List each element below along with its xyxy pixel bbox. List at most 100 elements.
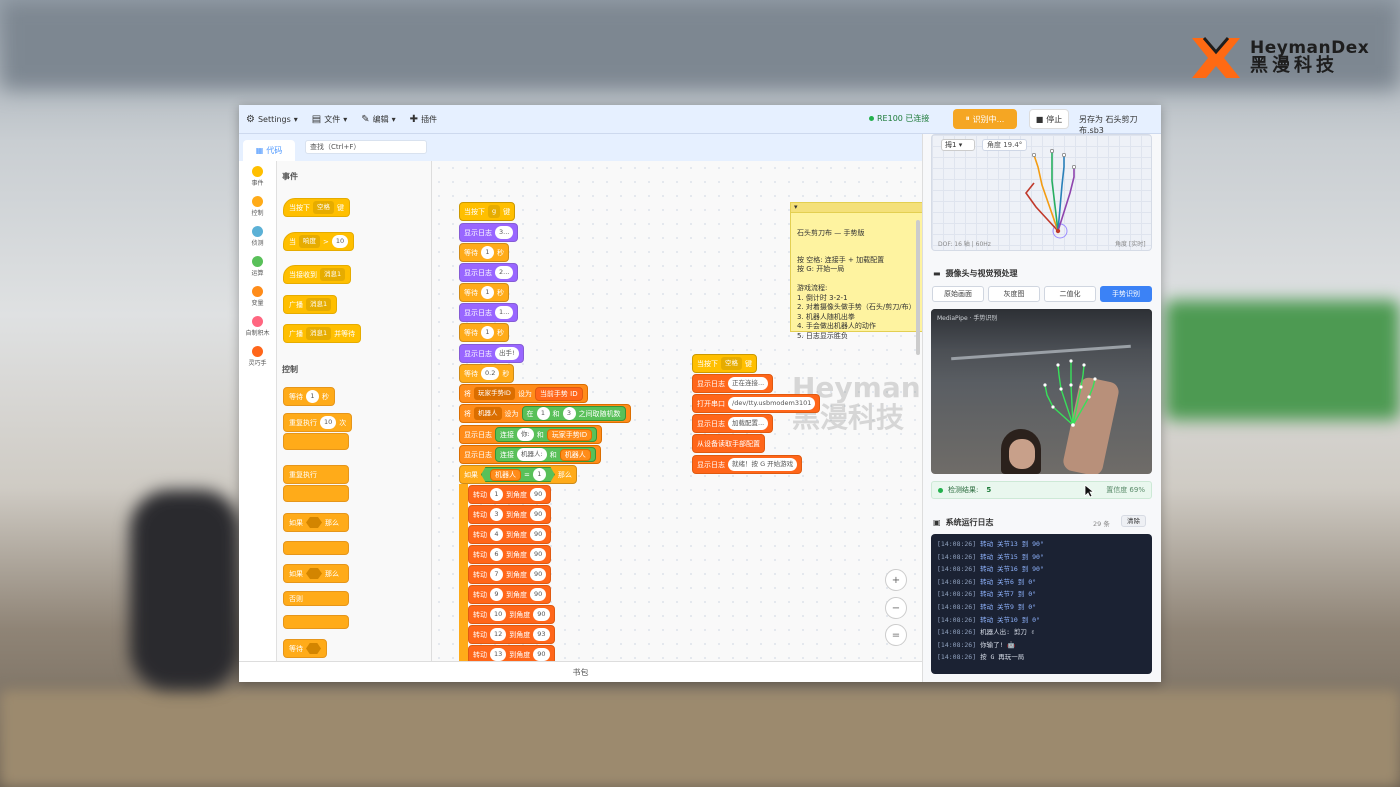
block-input[interactable]: 10 [490, 608, 507, 621]
collapse-icon[interactable]: ▾ [794, 203, 798, 211]
block-dropdown[interactable]: 空格 [313, 201, 334, 214]
script1-log-block[interactable]: 显示日志 出手! [459, 344, 524, 363]
reporter-join[interactable]: 连接 机器人: 和机器人 [495, 447, 596, 462]
block-input[interactable]: 1 [306, 390, 319, 403]
block-broadcast[interactable]: 广播 消息1 [283, 295, 338, 314]
block-input[interactable]: 1 [481, 246, 494, 259]
block-input[interactable]: 90 [530, 508, 547, 521]
menu-edit[interactable]: ✎ 编辑 ▾ [354, 105, 402, 134]
turn-joint-block[interactable]: 转动 3 到角度 90 [468, 505, 552, 524]
block-input[interactable]: 4 [490, 528, 503, 541]
block-input[interactable]: 1 [481, 286, 494, 299]
block-input[interactable]: 你: [517, 428, 534, 441]
block-input[interactable]: 7 [490, 568, 503, 581]
recognize-button[interactable]: ⏸ 识别中... [953, 109, 1017, 129]
script1-hat-block[interactable]: 当按下 g 键 [459, 202, 516, 221]
category-dexhand[interactable]: 灵巧手 [239, 341, 276, 371]
block-input[interactable]: 0.2 [481, 367, 500, 380]
block-input[interactable]: 1 [532, 468, 546, 481]
script2-log-block[interactable]: 显示日志 就绪！按 G 开始游戏 [692, 455, 803, 474]
block-input[interactable]: 90 [530, 528, 547, 541]
condition-equals[interactable]: 机器人 = 1 [481, 467, 555, 482]
script1-set-var-block[interactable]: 将玩家手势ID 设为 当前手势 ID [459, 384, 588, 403]
script1-wait-block[interactable]: 等待 1 秒 [459, 283, 509, 302]
block-input[interactable]: 2... [495, 266, 514, 279]
turn-joint-block[interactable]: 转动 12 到角度 93 [468, 625, 555, 644]
turn-joint-block[interactable]: 转动 7 到角度 90 [468, 565, 552, 584]
menu-plugins[interactable]: ✚ 插件 [403, 105, 444, 134]
block-input[interactable]: 93 [533, 628, 550, 641]
condition-slot[interactable] [306, 517, 322, 528]
reporter-variable[interactable]: 玩家手势ID [546, 428, 593, 441]
block-when-loudness[interactable]: 当响度 >10 [283, 232, 355, 251]
block-dropdown[interactable]: 响度 [299, 235, 320, 248]
block-if[interactable]: 如果 那么 [283, 513, 349, 532]
block-input[interactable]: 90 [533, 648, 550, 661]
block-input[interactable]: 90 [530, 548, 547, 561]
block-forever[interactable]: 重复执行 [283, 465, 349, 484]
turn-joint-block[interactable]: 转动 9 到角度 90 [468, 585, 552, 604]
clear-log-button[interactable]: 清除 [1121, 515, 1146, 527]
block-if-else[interactable]: 如果 那么 [283, 564, 349, 583]
note-body[interactable]: 石头剪刀布 — 手势版 按 空格: 连接手 + 加载配置 按 G: 开始一局 游… [791, 213, 922, 357]
category-operators[interactable]: 运算 [239, 251, 276, 281]
code-canvas[interactable]: HeymanDex 黑漫科技 TM 当按下g键 显示日志3... 等待1秒 显示… [432, 161, 922, 661]
block-input[interactable]: 1 [490, 488, 503, 501]
condition-slot[interactable] [306, 643, 321, 654]
block-input[interactable]: 就绪！按 G 开始游戏 [728, 458, 798, 471]
stop-button[interactable]: ■ 停止 [1029, 109, 1069, 129]
mode-binary-button[interactable]: 二值化 [1044, 286, 1096, 302]
script1-log-block[interactable]: 显示日志 2... [459, 263, 519, 282]
save-as-button[interactable]: 另存为 石头剪刀布.sb3 [1079, 114, 1161, 136]
category-sensing[interactable]: 侦测 [239, 221, 276, 251]
turn-joint-block[interactable]: 转动 4 到角度 90 [468, 525, 552, 544]
category-events[interactable]: 事件 [239, 161, 276, 191]
block-dropdown[interactable]: 玩家手势ID [474, 387, 515, 400]
reporter-join[interactable]: 连接 你: 和玩家手势ID [495, 427, 598, 442]
script1-log-block[interactable]: 显示日志 1... [459, 303, 519, 322]
block-dropdown[interactable]: 消息1 [320, 268, 346, 281]
block-input[interactable]: /dev/tty.usbmodem3101 [728, 397, 816, 410]
script2-hat-block[interactable]: 当按下 空格键 [692, 354, 757, 373]
block-input[interactable]: 1 [481, 326, 494, 339]
zoom-in-button[interactable]: + [885, 569, 907, 591]
block-input[interactable]: 90 [530, 488, 547, 501]
block-input[interactable]: 6 [490, 548, 503, 561]
block-input[interactable]: 正在连接... [728, 377, 769, 390]
mode-gesture-button[interactable]: 手势识别 [1100, 286, 1152, 302]
script1-if-block[interactable]: 如果 机器人 = 1 那么 [459, 465, 577, 484]
turn-joint-block[interactable]: 转动 1 到角度 90 [468, 485, 552, 504]
block-dropdown[interactable]: 机器人 [474, 407, 502, 420]
reporter-variable[interactable]: 机器人 [490, 468, 521, 481]
block-repeat[interactable]: 重复执行 10 次 [283, 413, 353, 432]
script2-open-serial-block[interactable]: 打开串口/dev/tty.usbmodem3101 [692, 394, 821, 413]
block-wait[interactable]: 等待 1 秒 [283, 387, 335, 406]
block-dropdown[interactable]: 消息1 [306, 298, 332, 311]
block-when-key-pressed[interactable]: 当按下 空格键 [283, 198, 350, 217]
block-input[interactable]: 13 [490, 648, 507, 661]
system-log[interactable]: [14:08:26] 转动 关节13 到 90° [14:08:26] 转动 关节… [931, 534, 1152, 674]
block-input[interactable]: 出手! [495, 347, 519, 360]
script1-log-join-block[interactable]: 显示日志 连接 你: 和玩家手势ID [459, 425, 603, 444]
category-my-blocks[interactable]: 自制积木 [239, 311, 276, 341]
canvas-scrollbar[interactable] [916, 220, 920, 355]
block-input[interactable]: 机器人: [517, 448, 547, 461]
block-broadcast-wait[interactable]: 广播 消息1 并等待 [283, 324, 362, 343]
script1-set-var-block[interactable]: 将机器人 设为 在 1 和 3 之间取随机数 [459, 404, 631, 423]
mode-raw-button[interactable]: 原始画面 [932, 286, 984, 302]
block-input[interactable]: 90 [530, 588, 547, 601]
block-input[interactable]: 90 [533, 608, 550, 621]
block-input[interactable]: 90 [530, 568, 547, 581]
backpack-bar[interactable]: 书包 [239, 661, 922, 682]
turn-joint-block[interactable]: 转动 10 到角度 90 [468, 605, 555, 624]
reporter-current-gesture[interactable]: 当前手势 ID [534, 386, 583, 401]
mode-gray-button[interactable]: 灰度图 [988, 286, 1040, 302]
block-input[interactable]: 3 [562, 407, 576, 420]
block-input[interactable]: 1... [495, 306, 514, 319]
script2-log-block[interactable]: 显示日志 加载配置... [692, 414, 774, 433]
block-input[interactable]: 9 [490, 588, 503, 601]
block-dropdown[interactable]: g [488, 205, 501, 218]
block-input[interactable]: 10 [331, 235, 349, 248]
block-input[interactable]: 1 [536, 407, 550, 420]
block-dropdown[interactable]: 消息1 [306, 327, 332, 340]
